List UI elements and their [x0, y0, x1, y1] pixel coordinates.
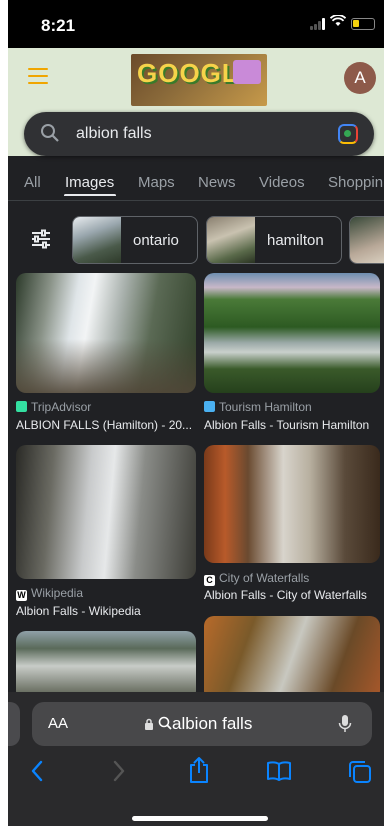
chip-ontario[interactable]: ontario: [72, 216, 198, 264]
result-image[interactable]: [16, 273, 196, 393]
lock-icon: [144, 718, 154, 736]
result-source-name: City of Waterfalls: [219, 571, 310, 585]
result-title[interactable]: Albion Falls - Tourism Hamilton: [204, 418, 382, 432]
result-title[interactable]: Albion Falls - Wikipedia: [16, 604, 194, 618]
tab-news[interactable]: News: [198, 174, 236, 191]
reader-aa-button[interactable]: AA: [48, 715, 68, 732]
result-source-name: Wikipedia: [31, 586, 84, 600]
google-lens-icon[interactable]: [338, 124, 358, 144]
result-source-name: TripAdvisor: [31, 400, 92, 414]
search-query[interactable]: albion falls: [76, 125, 152, 143]
chip-thumbnail: [350, 217, 384, 263]
city-of-waterfalls-icon: C: [204, 575, 215, 586]
result-source[interactable]: Tourism Hamilton: [204, 400, 312, 414]
tab-maps[interactable]: Maps: [138, 174, 175, 191]
chip-label: hamilton: [267, 232, 324, 249]
tourism-hamilton-icon: [204, 401, 215, 412]
wifi-icon: [329, 14, 347, 31]
search-icon: [40, 123, 60, 148]
google-doodle-logo[interactable]: GOOGLE: [131, 54, 267, 106]
search-bar[interactable]: albion falls: [24, 112, 374, 156]
tab-videos[interactable]: Videos: [259, 174, 305, 191]
filter-tune-icon[interactable]: [30, 228, 52, 255]
cellular-signal-icon: [310, 18, 328, 30]
share-icon[interactable]: [188, 756, 210, 789]
chip-hamilton[interactable]: hamilton: [206, 216, 342, 264]
result-image[interactable]: [16, 445, 196, 579]
search-icon: [158, 716, 172, 730]
chip-more[interactable]: [349, 216, 384, 264]
address-bar[interactable]: AA albion falls: [32, 702, 372, 746]
result-title[interactable]: ALBION FALLS (Hamilton) - 20...: [16, 418, 194, 432]
chip-thumbnail: [73, 217, 121, 263]
wikipedia-icon: W: [16, 590, 27, 601]
result-source-name: Tourism Hamilton: [219, 400, 312, 414]
tab-images[interactable]: Images: [65, 174, 114, 191]
result-source[interactable]: TripAdvisor: [16, 400, 91, 414]
back-arrow-icon[interactable]: [30, 760, 44, 787]
chip-label: ontario: [133, 232, 179, 249]
tab-all[interactable]: All: [24, 174, 41, 191]
status-time: 8:21: [41, 16, 76, 35]
result-image[interactable]: [204, 445, 380, 563]
doodle-decoration: [233, 60, 261, 84]
tabs-overview-icon[interactable]: [348, 760, 372, 789]
bookmarks-icon[interactable]: [266, 760, 292, 787]
result-image[interactable]: [204, 273, 380, 393]
result-image[interactable]: [16, 631, 196, 701]
tab-divider: [8, 200, 384, 201]
hamburger-menu-icon[interactable]: [28, 68, 48, 84]
account-avatar[interactable]: A: [344, 62, 376, 94]
tab-shopping[interactable]: Shoppin: [328, 174, 383, 191]
address-query: albion falls: [172, 714, 253, 733]
phone-screen: 8:21 GOOGLE A albion falls All Images Ma…: [8, 0, 384, 826]
battery-icon: [351, 18, 375, 30]
chip-thumbnail: [207, 217, 255, 263]
forward-arrow-icon[interactable]: [112, 760, 126, 787]
tripadvisor-icon: [16, 401, 27, 412]
address-text: albion falls: [158, 714, 252, 734]
search-tabs: All Images Maps News Videos Shoppin: [8, 172, 384, 196]
result-image[interactable]: [204, 616, 380, 701]
result-source[interactable]: W Wikipedia: [16, 586, 83, 601]
result-title[interactable]: Albion Falls - City of Waterfalls: [204, 588, 382, 602]
browser-toolbar: AA albion falls: [8, 692, 384, 826]
active-tab-indicator: [64, 194, 116, 196]
microphone-icon[interactable]: [338, 714, 352, 739]
status-bar: 8:21: [8, 0, 384, 48]
home-indicator[interactable]: [132, 816, 268, 821]
result-source[interactable]: C City of Waterfalls: [204, 571, 309, 586]
previous-tab-preview[interactable]: [8, 702, 20, 746]
